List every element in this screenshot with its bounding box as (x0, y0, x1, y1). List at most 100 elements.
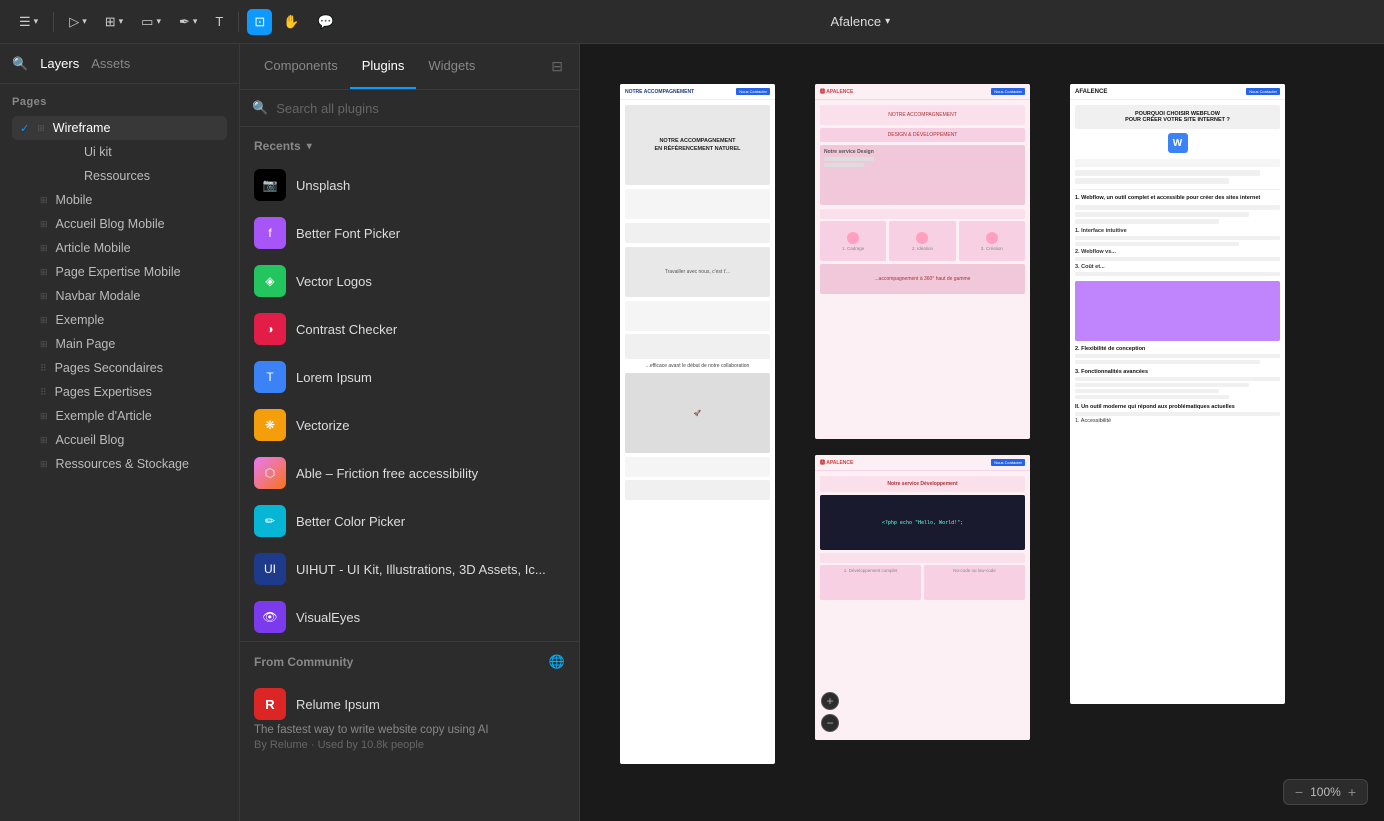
page-item-pages-secondaires[interactable]: ⠿ Pages Secondaires (12, 356, 227, 380)
page-name: Main Page (56, 337, 116, 351)
plugin-search-input[interactable] (276, 101, 567, 116)
page-name: Page Expertise Mobile (56, 265, 181, 279)
plugin-item-9[interactable]: 👁 VisualEyes (240, 593, 579, 641)
page-name: Pages Expertises (55, 385, 152, 399)
page-item-article-mobile[interactable]: ⊞ Article Mobile (12, 236, 227, 260)
grid-icon: ⊞ (40, 315, 48, 326)
move-tool-button[interactable]: ▷ ▾ (62, 9, 94, 35)
zoom-minus-button[interactable]: − (821, 714, 839, 732)
from-community-label: From Community (254, 655, 353, 669)
community-item-top-0: R Relume Ipsum (254, 688, 565, 720)
page-item-exemple[interactable]: ⊞ Exemple (12, 308, 227, 332)
plugin-name-5: Vectorize (296, 418, 349, 433)
plugin-item-1[interactable]: f Better Font Picker (240, 209, 579, 257)
pages-label: Pages (12, 96, 227, 108)
page-name: Mobile (56, 193, 93, 207)
page-item-ressources-and-stockage[interactable]: ⊞ Ressources & Stockage (12, 452, 227, 476)
page-item-ressources[interactable]: Ressources (12, 164, 227, 188)
page-item-accueil-blog[interactable]: ⊞ Accueil Blog (12, 428, 227, 452)
community-list: R Relume Ipsum The fastest way to write … (240, 678, 579, 761)
tab-widgets[interactable]: Widgets (416, 44, 487, 89)
shape-chevron: ▾ (156, 16, 161, 27)
zoom-plus-button[interactable]: + (821, 692, 839, 710)
plugin-item-2[interactable]: ◈ Vector Logos (240, 257, 579, 305)
page-frame-1: NOTRE ACCOMPAGNEMENT Nous Contacter NOTR… (620, 84, 775, 764)
from-community-header: From Community 🌐 (240, 642, 579, 678)
shape-icon: ▭ (141, 14, 153, 30)
move-icon: ▷ (69, 14, 79, 30)
plugin-icon-4: T (254, 361, 286, 393)
plugin-icon-7: ✏ (254, 505, 286, 537)
menu-icon: ☰ (19, 14, 31, 30)
canvas-area[interactable]: NOTRE ACCOMPAGNEMENT Nous Contacter NOTR… (580, 44, 1384, 821)
plugin-item-4[interactable]: T Lorem Ipsum (240, 353, 579, 401)
page-item-exemple-darticle[interactable]: ⊞ Exemple d'Article (12, 404, 227, 428)
plugin-icon-5: ❋ (254, 409, 286, 441)
grid-icon: ⊞ (40, 291, 48, 302)
plugin-item-6[interactable]: ⬡ Able – Friction free accessibility (240, 449, 579, 497)
tab-components[interactable]: Components (252, 44, 350, 89)
move-chevron: ▾ (82, 16, 87, 27)
comment-tool-button[interactable]: 💬 (310, 9, 340, 35)
project-name: Afalence (831, 14, 882, 29)
page-item-pages-expertises[interactable]: ⠿ Pages Expertises (12, 380, 227, 404)
grid-icon: ⊞ (40, 267, 48, 278)
hand-icon: ✋ (283, 14, 299, 30)
page-item-mobile[interactable]: ⊞ Mobile (12, 188, 227, 212)
plugin-name-8: UIHUT - UI Kit, Illustrations, 3D Assets… (296, 562, 546, 577)
project-title[interactable]: Afalence ▾ (831, 14, 891, 29)
plugin-name-2: Vector Logos (296, 274, 372, 289)
hand-tool-button[interactable]: ✋ (276, 9, 306, 35)
toolbar: ☰ ▾ ▷ ▾ ⊞ ▾ ▭ ▾ ✒ ▾ T ⊡ ✋ 💬 (0, 0, 1384, 44)
close-panel-button[interactable]: ⊟ (547, 54, 567, 79)
pen-icon: ✒ (179, 14, 190, 30)
plugin-name-9: VisualEyes (296, 610, 360, 625)
plugin-item-5[interactable]: ❋ Vectorize (240, 401, 579, 449)
text-icon: T (215, 14, 223, 29)
components-tool-button[interactable]: ⊡ (247, 9, 272, 35)
zoom-out-button[interactable]: − (1292, 784, 1306, 800)
plugin-panel-header: Components Plugins Widgets ⊟ (240, 44, 579, 90)
tab-plugins[interactable]: Plugins (350, 44, 417, 89)
tab-assets[interactable]: Assets (91, 52, 130, 75)
tab-layers[interactable]: Layers (40, 52, 79, 75)
grid-icon: ⊞ (40, 195, 48, 206)
plugin-icon-9: 👁 (254, 601, 286, 633)
shape-tool-button[interactable]: ▭ ▾ (134, 9, 168, 35)
grid-icon: ⊞ (40, 435, 48, 446)
page-name: Accueil Blog Mobile (56, 217, 165, 231)
recents-label: Recents (254, 139, 301, 153)
zoom-in-button[interactable]: + (1345, 784, 1359, 800)
frame-tool-button[interactable]: ⊞ ▾ (98, 9, 130, 35)
page-name: Exemple (56, 313, 105, 327)
community-plugin-item-0[interactable]: R Relume Ipsum The fastest way to write … (240, 678, 579, 761)
grid-dots-icon: ⠿ (40, 387, 47, 398)
plugin-item-3[interactable]: ◑ Contrast Checker (240, 305, 579, 353)
plugin-item-8[interactable]: UI UIHUT - UI Kit, Illustrations, 3D Ass… (240, 545, 579, 593)
zoom-level: 100% (1310, 785, 1341, 799)
page-item-page-expertise-mobile[interactable]: ⊞ Page Expertise Mobile (12, 260, 227, 284)
menu-button[interactable]: ☰ ▾ (12, 9, 45, 35)
grid-icon: ⊞ (37, 123, 45, 134)
page-item-wireframe[interactable]: ✓ ⊞ Wireframe (12, 116, 227, 140)
comment-icon: 💬 (317, 14, 333, 30)
from-community-section: From Community 🌐 R Relume Ipsum The fast… (240, 641, 579, 761)
text-tool-button[interactable]: T (208, 9, 230, 34)
plugins-list: 📷 Unsplash f Better Font Picker ◈ Vector… (240, 161, 579, 641)
recents-chevron-icon: ▾ (307, 141, 312, 152)
grid-icon: ⊞ (40, 459, 48, 470)
page-item-ui-kit[interactable]: Ui kit (12, 140, 227, 164)
plugin-item-7[interactable]: ✏ Better Color Picker (240, 497, 579, 545)
recents-section-header[interactable]: Recents ▾ (240, 127, 579, 161)
plugin-panel: Components Plugins Widgets ⊟ 🔍 Recents ▾… (240, 44, 580, 821)
page-item-accueil-blog-mobile[interactable]: ⊞ Accueil Blog Mobile (12, 212, 227, 236)
plugin-icon-1: f (254, 217, 286, 249)
grid-dots-icon: ⠿ (40, 363, 47, 374)
plugin-icon-6: ⬡ (254, 457, 286, 489)
frame-chevron: ▾ (119, 16, 124, 27)
page-item-navbar-modale[interactable]: ⊞ Navbar Modale (12, 284, 227, 308)
pen-tool-button[interactable]: ✒ ▾ (172, 9, 204, 35)
page-item-main-page[interactable]: ⊞ Main Page (12, 332, 227, 356)
plugin-item-0[interactable]: 📷 Unsplash (240, 161, 579, 209)
community-plugin-desc-0: The fastest way to write website copy us… (254, 724, 565, 736)
